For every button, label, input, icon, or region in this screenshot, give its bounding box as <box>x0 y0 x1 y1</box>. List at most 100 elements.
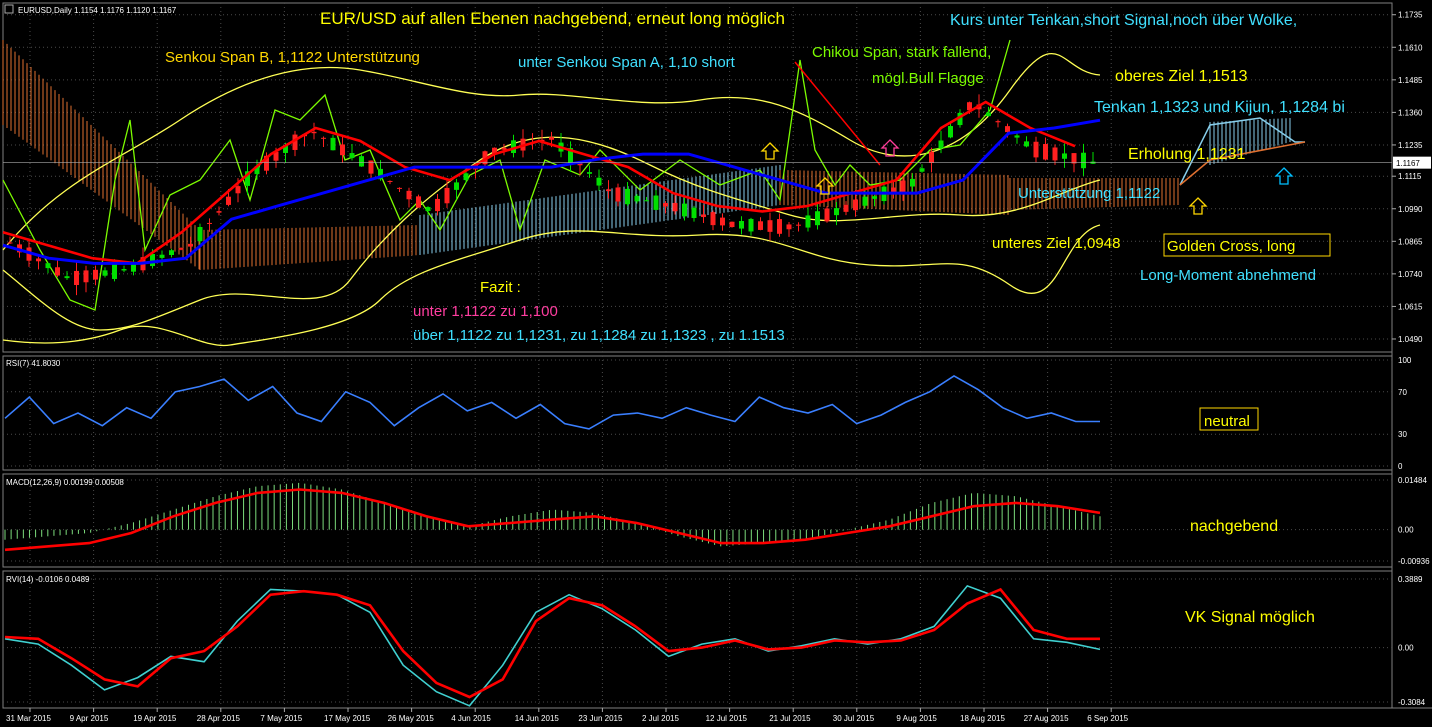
candle-body <box>653 195 659 210</box>
candle-body <box>644 200 649 202</box>
candle-body <box>93 269 98 280</box>
panel-2 <box>2 473 1393 568</box>
candle-body <box>36 258 41 262</box>
candle-body <box>216 211 222 213</box>
candle-body <box>615 187 621 202</box>
headline-annotation: EUR/USD auf allen Ebenen nachgebend, ern… <box>320 9 785 28</box>
date-axis-label: 14 Jun 2015 <box>515 714 560 723</box>
rvi-axis-label: 0.00 <box>1398 644 1414 653</box>
candle-body <box>64 276 70 279</box>
candle-body <box>986 112 991 117</box>
candle-body <box>1024 141 1029 147</box>
date-axis-label: 2 Jul 2015 <box>642 714 679 723</box>
price-axis-label: 1.1735 <box>1398 11 1423 20</box>
candle-body <box>169 250 174 256</box>
candle-body <box>853 199 858 211</box>
date-axis-label: 4 Jun 2015 <box>451 714 491 723</box>
macd-axis-label: 0.01484 <box>1398 476 1427 485</box>
annotation: unteres Ziel 1,0948 <box>992 235 1120 252</box>
candle-body <box>919 168 925 172</box>
candle-body <box>834 208 839 216</box>
candle-body <box>786 224 792 230</box>
date-axis-label: 23 Jun 2015 <box>578 714 623 723</box>
candle-body <box>1052 147 1058 161</box>
date-axis-label: 9 Aug 2015 <box>896 714 937 723</box>
annotation: mögl.Bull Flagge <box>872 70 984 87</box>
date-axis-label: 30 Jul 2015 <box>833 714 875 723</box>
candle-body <box>900 180 906 193</box>
candle-body <box>102 270 108 276</box>
candle-body <box>55 267 60 276</box>
rsi-label: RSI(7) 41.8030 <box>6 359 61 368</box>
candle-body <box>710 212 716 226</box>
date-axis-label: 28 Apr 2015 <box>197 714 241 723</box>
candle-body <box>929 151 934 163</box>
annotation: Senkou Span B, 1,1122 Unterstützung <box>165 49 420 66</box>
panel-3 <box>2 570 1393 709</box>
candle-body <box>634 195 640 202</box>
date-axis-label: 19 Apr 2015 <box>133 714 177 723</box>
candle-body <box>406 190 412 200</box>
date-axis-label: 27 Aug 2015 <box>1024 714 1069 723</box>
candle-body <box>197 227 203 242</box>
annotation: oberes Ziel 1,1513 <box>1115 68 1248 85</box>
candle-body <box>359 156 364 167</box>
date-axis-label: 31 Mar 2015 <box>6 714 51 723</box>
annotation: über 1,1122 zu 1,1231, zu 1,1284 zu 1,13… <box>413 327 785 344</box>
candle-body <box>948 126 953 138</box>
candle-body <box>824 208 830 222</box>
candle-body <box>330 137 336 151</box>
candle-body <box>150 254 155 267</box>
date-axis-label: 26 May 2015 <box>388 714 435 723</box>
annotation: Kurs unter Tenkan,short Signal,noch über… <box>950 12 1297 29</box>
candle-body <box>1081 152 1086 169</box>
candle-body <box>501 147 507 150</box>
rsi-axis-label: 70 <box>1398 388 1407 397</box>
price-axis-label: 1.0615 <box>1398 302 1423 311</box>
candle-body <box>425 207 431 211</box>
trading-chart: 1.1735 1.1610 1.1485 1.1360 1.1235 1.1115 1.09… <box>2 2 1432 723</box>
candle-body <box>83 270 89 283</box>
macd-axis-label: 0.00 <box>1398 526 1414 535</box>
macd-label: MACD(12,26,9) 0.00199 0.00508 <box>6 478 124 487</box>
candle-body <box>397 187 402 189</box>
candle-body <box>777 219 782 234</box>
candle-body <box>587 172 592 174</box>
candle-body <box>188 243 193 247</box>
date-axis-label: 9 Apr 2015 <box>70 714 109 723</box>
candle-body <box>720 217 725 226</box>
candle-body <box>796 224 801 226</box>
rsi-axis-label: 0 <box>1398 462 1403 471</box>
candle-body <box>872 196 877 199</box>
date-axis-label: 7 May 2015 <box>260 714 302 723</box>
annotation: Long-Moment abnehmend <box>1140 267 1316 284</box>
price-axis-label: 1.1360 <box>1398 108 1423 117</box>
candle-body <box>663 203 668 207</box>
candle-body <box>843 204 849 212</box>
candle-body <box>767 220 773 232</box>
candle-body <box>226 196 231 205</box>
price-axis-label: 1.0865 <box>1398 237 1423 246</box>
panel-1 <box>2 355 1393 471</box>
candle-body <box>1014 135 1020 138</box>
candle-body <box>729 221 735 228</box>
candle-body <box>340 144 345 156</box>
candle-body <box>387 180 393 182</box>
candle-body <box>321 137 326 139</box>
price-axis-label: 1.1485 <box>1398 76 1423 85</box>
rsi-axis-label: 100 <box>1398 356 1412 365</box>
date-axis-label: 17 May 2015 <box>324 714 371 723</box>
candle-body <box>435 198 440 212</box>
rsi-axis-label: 30 <box>1398 430 1407 439</box>
candle-body <box>682 203 687 217</box>
annotation: Fazit : <box>480 279 521 296</box>
annotation: Erholung 1,1231 <box>1128 146 1246 163</box>
candle-body <box>938 140 944 149</box>
candle-body <box>549 137 554 140</box>
rvi-axis-label: 0.3889 <box>1398 575 1423 584</box>
current-price-label: 1.1167 <box>1396 159 1420 168</box>
macd-axis-label: -0.00936 <box>1398 557 1430 566</box>
annotation: unter Senkou Span A, 1,10 short <box>518 54 736 71</box>
macd-note: nachgebend <box>1190 518 1278 535</box>
candle-body <box>235 186 241 194</box>
